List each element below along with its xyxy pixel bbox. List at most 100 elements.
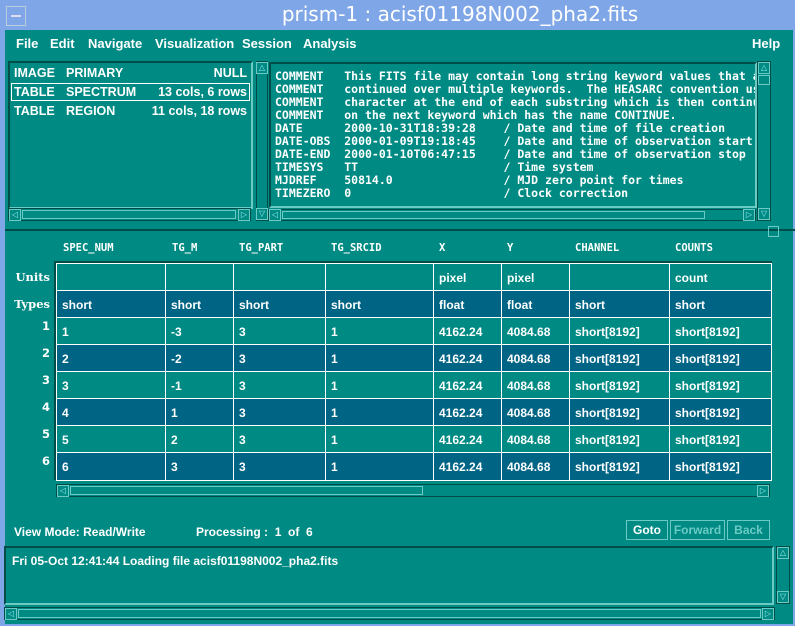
table-cell[interactable] bbox=[56, 263, 167, 292]
column-header-y[interactable]: Y bbox=[507, 242, 513, 254]
table-cell[interactable]: short[8192] bbox=[669, 398, 772, 427]
table-cell[interactable]: -2 bbox=[165, 344, 235, 373]
column-header-tg_m[interactable]: TG_M bbox=[172, 242, 197, 254]
table-cell[interactable]: 1 bbox=[325, 452, 435, 481]
table-cell[interactable]: short bbox=[569, 290, 671, 319]
scroll-thumb[interactable] bbox=[758, 75, 770, 85]
table-cell[interactable]: short[8192] bbox=[569, 398, 671, 427]
table-cell[interactable]: 4 bbox=[56, 398, 167, 427]
scroll-down-icon[interactable]: ▽ bbox=[758, 208, 770, 220]
table-cell[interactable]: 3 bbox=[233, 371, 327, 400]
table-cell[interactable]: -1 bbox=[165, 371, 235, 400]
table-cell[interactable] bbox=[165, 263, 235, 292]
hdu-list-vscroll[interactable]: △ ▽ bbox=[256, 61, 268, 221]
table-cell[interactable]: short[8192] bbox=[669, 317, 772, 346]
scroll-right-icon[interactable]: ▷ bbox=[762, 608, 774, 620]
table-cell[interactable]: 2 bbox=[56, 344, 167, 373]
table-cell[interactable]: 3 bbox=[233, 317, 327, 346]
scroll-thumb[interactable] bbox=[18, 609, 761, 618]
table-cell[interactable]: short bbox=[325, 290, 435, 319]
table-cell[interactable] bbox=[569, 263, 671, 292]
table-cell[interactable]: short[8192] bbox=[569, 425, 671, 454]
table-cell[interactable]: 4162.24 bbox=[433, 317, 503, 346]
header-vscroll[interactable]: △ ▽ bbox=[757, 61, 771, 221]
table-cell[interactable]: 4162.24 bbox=[433, 425, 503, 454]
menu-navigate[interactable]: Navigate bbox=[88, 36, 142, 51]
table-cell[interactable]: 3 bbox=[233, 398, 327, 427]
table-cell[interactable]: 4084.68 bbox=[501, 317, 571, 346]
menu-analysis[interactable]: Analysis bbox=[303, 36, 356, 51]
column-header-channel[interactable]: CHANNEL bbox=[575, 242, 619, 254]
menu-file[interactable]: File bbox=[16, 36, 38, 51]
table-cell[interactable]: float bbox=[501, 290, 571, 319]
scroll-down-icon[interactable]: ▽ bbox=[777, 591, 789, 603]
table-cell[interactable]: short bbox=[56, 290, 167, 319]
table-cell[interactable]: pixel bbox=[433, 263, 503, 292]
table-cell[interactable]: 4084.68 bbox=[501, 371, 571, 400]
window-menu-button[interactable] bbox=[6, 6, 26, 26]
scroll-left-icon[interactable]: ◁ bbox=[5, 608, 17, 620]
table-cell[interactable]: short[8192] bbox=[669, 371, 772, 400]
table-cell[interactable]: short[8192] bbox=[569, 452, 671, 481]
table-cell[interactable]: short[8192] bbox=[569, 371, 671, 400]
table-hscroll[interactable]: ◁ ▷ bbox=[56, 484, 770, 497]
table-cell[interactable]: 4084.68 bbox=[501, 452, 571, 481]
table-cell[interactable]: 4084.68 bbox=[501, 425, 571, 454]
log-vscroll[interactable]: △ ▽ bbox=[776, 546, 790, 604]
hdu-item[interactable]: TABLE SPECTRUM 13 cols, 6 rows bbox=[11, 83, 250, 101]
menu-help[interactable]: Help bbox=[752, 36, 780, 51]
header-hscroll[interactable]: ◁ ▷ bbox=[268, 209, 756, 221]
table-cell[interactable]: short bbox=[669, 290, 772, 319]
table-cell[interactable]: 3 bbox=[233, 452, 327, 481]
table-cell[interactable]: 5 bbox=[56, 425, 167, 454]
table-cell[interactable]: short[8192] bbox=[569, 317, 671, 346]
table-cell[interactable]: 3 bbox=[233, 344, 327, 373]
table-cell[interactable]: short[8192] bbox=[569, 344, 671, 373]
scroll-up-icon[interactable]: △ bbox=[256, 62, 268, 74]
scroll-right-icon[interactable]: ▷ bbox=[238, 209, 250, 221]
scroll-right-icon[interactable]: ▷ bbox=[743, 209, 755, 221]
table-cell[interactable]: 4162.24 bbox=[433, 344, 503, 373]
scroll-up-icon[interactable]: △ bbox=[777, 547, 789, 559]
table-cell[interactable]: 1 bbox=[325, 371, 435, 400]
table-cell[interactable]: 1 bbox=[56, 317, 167, 346]
scroll-down-icon[interactable]: ▽ bbox=[256, 208, 268, 220]
hdu-item[interactable]: TABLE REGION 11 cols, 18 rows bbox=[11, 102, 250, 120]
table-cell[interactable]: pixel bbox=[501, 263, 571, 292]
menu-session[interactable]: Session bbox=[242, 36, 292, 51]
table-cell[interactable]: 3 bbox=[233, 425, 327, 454]
table-cell[interactable]: 4084.68 bbox=[501, 344, 571, 373]
scroll-thumb[interactable] bbox=[70, 486, 423, 495]
back-button[interactable]: Back bbox=[727, 520, 770, 540]
hdu-list-hscroll[interactable]: ◁ ▷ bbox=[8, 208, 251, 221]
table-cell[interactable]: 6 bbox=[56, 452, 167, 481]
pane-sash[interactable] bbox=[5, 229, 795, 231]
table-cell[interactable]: short bbox=[233, 290, 327, 319]
menu-visualization[interactable]: Visualization bbox=[155, 36, 234, 51]
table-cell[interactable]: short[8192] bbox=[669, 425, 772, 454]
table-cell[interactable]: 4162.24 bbox=[433, 371, 503, 400]
column-header-spec_num[interactable]: SPEC_NUM bbox=[63, 242, 114, 254]
goto-button[interactable]: Goto bbox=[626, 520, 668, 540]
table-cell[interactable]: 2 bbox=[165, 425, 235, 454]
table-cell[interactable]: 1 bbox=[325, 317, 435, 346]
column-header-counts[interactable]: COUNTS bbox=[675, 242, 713, 254]
table-cell[interactable]: 1 bbox=[325, 398, 435, 427]
table-cell[interactable]: 1 bbox=[325, 344, 435, 373]
table-cell[interactable]: 3 bbox=[56, 371, 167, 400]
column-header-tg_srcid[interactable]: TG_SRCID bbox=[331, 242, 382, 254]
forward-button[interactable]: Forward bbox=[670, 520, 725, 540]
table-cell[interactable]: 4084.68 bbox=[501, 398, 571, 427]
table-cell[interactable] bbox=[233, 263, 327, 292]
table-cell[interactable] bbox=[325, 263, 435, 292]
hdu-item[interactable]: IMAGE PRIMARY NULL bbox=[11, 64, 250, 82]
column-header-tg_part[interactable]: TG_PART bbox=[239, 242, 283, 254]
table-cell[interactable]: float bbox=[433, 290, 503, 319]
table-cell[interactable]: short[8192] bbox=[669, 452, 772, 481]
table-cell[interactable]: 3 bbox=[165, 452, 235, 481]
scroll-left-icon[interactable]: ◁ bbox=[9, 209, 21, 221]
table-cell[interactable]: count bbox=[669, 263, 772, 292]
column-header-x[interactable]: X bbox=[439, 242, 445, 254]
table-cell[interactable]: 4162.24 bbox=[433, 398, 503, 427]
table-cell[interactable]: short bbox=[165, 290, 235, 319]
